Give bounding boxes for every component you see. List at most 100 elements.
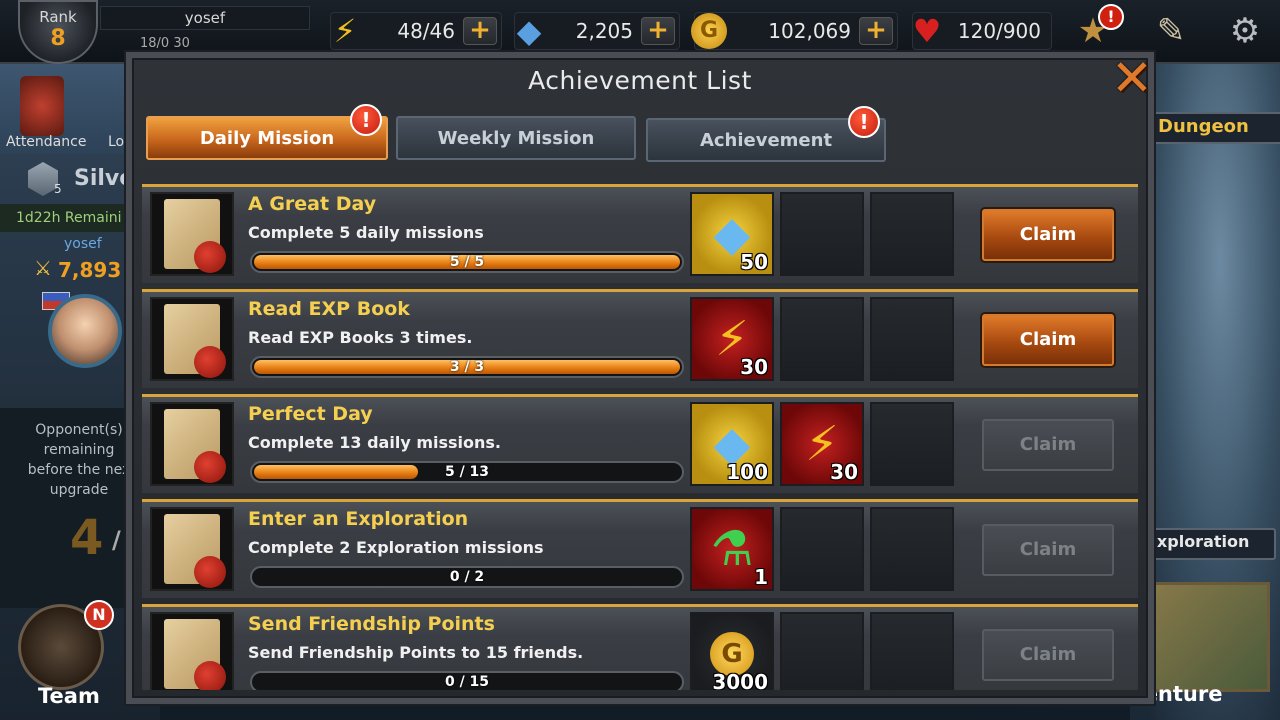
tab-achievement[interactable]: Achievement !: [646, 106, 886, 162]
mission-row: Enter an Exploration Complete 2 Explorat…: [142, 499, 1138, 598]
tab-weekly-mission-label: Weekly Mission: [437, 128, 595, 149]
empty-reward-slot: [780, 192, 864, 276]
mission-scroll-icon: [150, 612, 234, 690]
mission-title: Perfect Day: [248, 403, 373, 425]
mission-progress-text: 0 / 2: [449, 569, 485, 585]
lo-label[interactable]: Lo: [108, 134, 124, 150]
mission-title: Read EXP Book: [248, 298, 410, 320]
adventure-map-icon[interactable]: [1140, 582, 1270, 692]
empty-reward-slot: [870, 297, 954, 381]
settings-gear-icon[interactable]: ⚙: [1220, 6, 1270, 56]
mission-progress-text: 5 / 5: [449, 254, 485, 270]
mission-progress-text: 0 / 15: [444, 674, 490, 690]
tab-weekly-mission[interactable]: Weekly Mission: [396, 116, 636, 160]
mission-row: Read EXP Book Read EXP Books 3 times. 3 …: [142, 289, 1138, 388]
timer: 18/0 30: [140, 36, 190, 51]
attendance-label[interactable]: Attendance: [6, 134, 86, 150]
team-badge: N: [84, 600, 114, 630]
opponents-count: 4: [70, 510, 104, 566]
achievement-modal: Achievement List ✕ Daily Mission ! Weekl…: [126, 52, 1154, 704]
empty-reward-slot: [870, 507, 954, 591]
mission-scroll-icon: [150, 507, 234, 591]
player-name: yosef: [64, 236, 102, 252]
team-label[interactable]: Team: [38, 684, 100, 708]
reward-amount: 100: [726, 460, 768, 484]
reward-amount: 30: [830, 460, 858, 484]
attendance-icon[interactable]: [20, 76, 64, 136]
lightning-icon: ⚡: [333, 12, 357, 50]
empty-reward-slot: [870, 192, 954, 276]
claim-button[interactable]: Claim: [982, 629, 1114, 681]
mission-description: Complete 5 daily missions: [248, 223, 484, 242]
gems-resource: ◆ 2,205 +: [514, 12, 680, 50]
claim-button[interactable]: Claim: [982, 419, 1114, 471]
gold-coin-icon: G: [687, 9, 731, 53]
rank-badge[interactable]: Rank 8: [18, 0, 98, 64]
mission-progress-text: 5 / 13: [444, 464, 490, 480]
reward-amount: 1: [754, 565, 768, 589]
mission-progress-bar: 5 / 13: [250, 461, 684, 483]
claim-button[interactable]: Claim: [982, 209, 1114, 261]
add-stamina-button[interactable]: +: [463, 17, 497, 45]
rank-rewards-alert-icon: !: [1098, 4, 1124, 30]
stamina-value: 48/46: [397, 19, 455, 43]
claim-button[interactable]: Claim: [982, 524, 1114, 576]
reward-amount: 30: [740, 355, 768, 379]
gem-icon: ◆: [516, 12, 542, 50]
opponents-slash: /: [112, 526, 121, 554]
quest-book-icon[interactable]: ✎: [1146, 6, 1196, 56]
mission-row: Perfect Day Complete 13 daily missions. …: [142, 394, 1138, 493]
mission-title: Enter an Exploration: [248, 508, 469, 530]
reward-slot[interactable]: ⚡ 30: [690, 297, 774, 381]
opponents-text: Opponent(s) remaining before the nex upg…: [27, 422, 131, 498]
dungeon-label[interactable]: Dungeon: [1158, 116, 1249, 137]
gold-value: 102,069: [768, 19, 851, 43]
hearts-value: 120/900: [957, 19, 1041, 43]
league-count: 5: [54, 182, 62, 196]
tab-daily-mission[interactable]: Daily Mission !: [146, 104, 388, 160]
mission-scroll-icon: [150, 402, 234, 486]
add-gems-button[interactable]: +: [641, 17, 675, 45]
empty-reward-slot: [870, 612, 954, 690]
reward-slot[interactable]: ◆ 50: [690, 192, 774, 276]
mission-progress-bar: 0 / 2: [250, 566, 684, 588]
mission-row: Send Friendship Points Send Friendship P…: [142, 604, 1138, 690]
add-gold-button[interactable]: +: [859, 17, 893, 45]
modal-title: Achievement List: [528, 66, 752, 95]
reward-slot[interactable]: G 3000: [690, 612, 774, 690]
mission-title: A Great Day: [248, 193, 377, 215]
hearts-resource: ♥ 120/900: [912, 12, 1052, 50]
claim-button[interactable]: Claim: [982, 314, 1114, 366]
reward-slot[interactable]: ◆ 100: [690, 402, 774, 486]
reward-slot[interactable]: ⚡ 30: [780, 402, 864, 486]
mission-description: Read EXP Books 3 times.: [248, 328, 473, 347]
mission-description: Complete 13 daily missions.: [248, 433, 501, 452]
stamina-resource: ⚡ 48/46 +: [330, 12, 502, 50]
reward-slot[interactable]: ⚗ 1: [690, 507, 774, 591]
rank-value: 8: [50, 26, 66, 51]
mission-description: Complete 2 Exploration missions: [248, 538, 544, 557]
exploration-label[interactable]: Exploration: [1146, 532, 1249, 551]
username: yosef: [100, 6, 310, 30]
mission-list[interactable]: A Great Day Complete 5 daily missions 5 …: [142, 184, 1138, 690]
daily-alert-icon: !: [350, 104, 382, 136]
reward-amount: 50: [740, 250, 768, 274]
mission-title: Send Friendship Points: [248, 613, 495, 635]
empty-reward-slot: [780, 612, 864, 690]
mission-progress-bar: 3 / 3: [250, 356, 684, 378]
mission-progress-text: 3 / 3: [449, 359, 485, 375]
mission-progress-bar: 0 / 15: [250, 671, 684, 690]
reward-amount: 3000: [712, 670, 768, 690]
mission-row: A Great Day Complete 5 daily missions 5 …: [142, 184, 1138, 283]
gems-value: 2,205: [575, 19, 633, 43]
rank-label: Rank: [39, 8, 77, 26]
player-avatar[interactable]: [48, 294, 122, 368]
achievement-alert-icon: !: [848, 106, 880, 138]
mission-scroll-icon: [150, 297, 234, 381]
empty-reward-slot: [780, 507, 864, 591]
remaining-time: 1d22h Remaini: [16, 210, 122, 226]
mission-scroll-icon: [150, 192, 234, 276]
close-icon[interactable]: ✕: [1108, 53, 1156, 104]
mission-description: Send Friendship Points to 15 friends.: [248, 643, 584, 662]
mission-progress-bar: 5 / 5: [250, 251, 684, 273]
